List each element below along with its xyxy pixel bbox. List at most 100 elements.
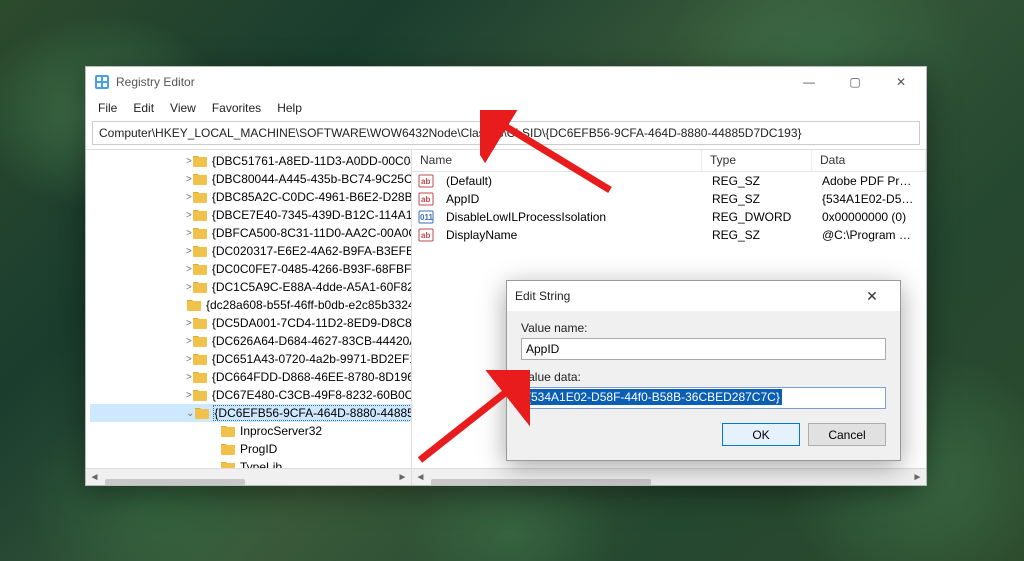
tree-item-label: {DBFCA500-8C31-11D0-AA2C-00A0C92749A3} (212, 226, 412, 240)
maximize-button[interactable]: ▢ (832, 67, 878, 97)
svg-text:011: 011 (420, 213, 433, 222)
tree-item-label: {DC67E480-C3CB-49F8-8232-60B0C2056C8E} (212, 388, 412, 402)
value-type-icon: ab (418, 173, 434, 189)
value-type: REG_SZ (704, 228, 814, 242)
tree-item-label: InprocServer32 (240, 424, 322, 438)
tree-item-label: ProgID (240, 442, 277, 456)
minimize-button[interactable]: — (786, 67, 832, 97)
svg-text:ab: ab (421, 177, 430, 186)
folder-icon (220, 442, 236, 456)
value-data-label: Value data: (521, 370, 886, 384)
window-title: Registry Editor (116, 75, 786, 89)
tree-item[interactable]: >{DBC85A2C-C0DC-4961-B6E2-D28B62C11AD4} (90, 188, 411, 206)
value-type-icon: 011 (418, 209, 434, 225)
col-name[interactable]: Name (412, 150, 702, 171)
tree-item-label: {DBC85A2C-C0DC-4961-B6E2-D28B62C11AD4} (212, 190, 412, 204)
tree-item-label: {DC6EFB56-9CFA-464D-8880-44885D7DC193} (214, 406, 412, 420)
tree-item[interactable]: >{DBC51761-A8ED-11D3-A0DD-00C04F68712B} (90, 152, 411, 170)
menu-favorites[interactable]: Favorites (204, 99, 269, 117)
list-row[interactable]: abAppIDREG_SZ{534A1E02-D58F-44f (412, 190, 926, 208)
tree-item[interactable]: >{DC626A64-D684-4627-83CB-44420ABDBD1A} (90, 332, 411, 350)
app-icon (94, 74, 110, 90)
dialog-titlebar[interactable]: Edit String ✕ (507, 281, 900, 311)
tree-item-label: {DC5DA001-7CD4-11D2-8ED9-D8C857F98FE3} (212, 316, 412, 330)
tree-item[interactable]: >{DC651A43-0720-4a2b-9971-BD2EF1329A3D} (90, 350, 411, 368)
value-data: 0x00000000 (0) (814, 210, 926, 224)
value-name-label: Value name: (521, 321, 886, 335)
folder-icon (192, 244, 208, 258)
tree-item-label: {DC626A64-D684-4627-83CB-44420ABDBD1A} (212, 334, 412, 348)
scroll-left-icon[interactable]: ◄ (412, 469, 429, 486)
tree-pane[interactable]: >{DBC51761-A8ED-11D3-A0DD-00C04F68712B}>… (86, 150, 412, 485)
svg-text:ab: ab (421, 195, 430, 204)
scroll-right-icon[interactable]: ► (394, 469, 411, 486)
tree-item[interactable]: {dc28a608-b55f-46ff-b0db-e2c85b332463} (90, 296, 411, 314)
col-data[interactable]: Data (812, 150, 926, 171)
folder-icon (220, 424, 236, 438)
dialog-close-button[interactable]: ✕ (852, 288, 892, 305)
tree-item-label: {DBCE7E40-7345-439D-B12C-114A11819A09} (212, 208, 412, 222)
menu-file[interactable]: File (90, 99, 125, 117)
col-type[interactable]: Type (702, 150, 812, 171)
folder-icon (186, 298, 202, 312)
folder-icon (192, 352, 208, 366)
value-data: Adobe PDF Preview (814, 174, 926, 188)
folder-icon (192, 154, 208, 168)
cancel-button[interactable]: Cancel (808, 423, 886, 446)
tree-item-label: {DC020317-E6E2-4A62-B9FA-B3EFE16626F4} (212, 244, 412, 258)
tree-item[interactable]: >{DC0C0FE7-0485-4266-B93F-68FBF80ED834} (90, 260, 411, 278)
list-row[interactable]: ab(Default)REG_SZAdobe PDF Preview (412, 172, 926, 190)
expand-icon[interactable]: ⌄ (186, 408, 194, 419)
tree-item[interactable]: >{DBC80044-A445-435b-BC74-9C25C1C588A9} (90, 170, 411, 188)
close-button[interactable]: ✕ (878, 67, 924, 97)
value-name: AppID (438, 192, 704, 206)
tree-item[interactable]: ⌄ {DC6EFB56-9CFA-464D-8880-44885D7DC193} (90, 404, 411, 422)
list-header[interactable]: Name Type Data (412, 150, 926, 172)
value-type-icon: ab (418, 227, 434, 243)
folder-icon (194, 406, 210, 420)
tree-item-label: {DC1C5A9C-E88A-4dde-A5A1-60F82A20AEF7} (212, 280, 412, 294)
value-data-input[interactable]: {534A1E02-D58F-44f0-B58B-36CBED287C7C} (521, 387, 886, 409)
address-bar[interactable]: Computer\HKEY_LOCAL_MACHINE\SOFTWARE\WOW… (92, 121, 920, 145)
tree-item[interactable]: ProgID (90, 440, 411, 458)
tree-item[interactable]: >{DC1C5A9C-E88A-4dde-A5A1-60F82A20AEF7} (90, 278, 411, 296)
tree-item-label: {DC664FDD-D868-46EE-8780-8D196CB739F7} (212, 370, 412, 384)
value-name: DisplayName (438, 228, 704, 242)
scroll-left-icon[interactable]: ◄ (86, 469, 103, 486)
scroll-right-icon[interactable]: ► (909, 469, 926, 486)
value-type: REG_SZ (704, 192, 814, 206)
folder-icon (192, 172, 208, 186)
tree-item-label: {DC651A43-0720-4a2b-9971-BD2EF1329A3D} (212, 352, 412, 366)
tree-item-label: {DBC80044-A445-435b-BC74-9C25C1C588A9} (212, 172, 412, 186)
tree-item[interactable]: >{DC67E480-C3CB-49F8-8232-60B0C2056C8E} (90, 386, 411, 404)
menu-help[interactable]: Help (269, 99, 310, 117)
folder-icon (192, 226, 208, 240)
dialog-title: Edit String (515, 289, 852, 303)
tree-hscroll[interactable]: ◄ ► (86, 468, 411, 485)
folder-icon (192, 190, 208, 204)
tree-item[interactable]: >{DC5DA001-7CD4-11D2-8ED9-D8C857F98FE3} (90, 314, 411, 332)
value-type-icon: ab (418, 191, 434, 207)
tree-item[interactable]: >{DC020317-E6E2-4A62-B9FA-B3EFE16626F4} (90, 242, 411, 260)
list-row[interactable]: 011 DisableLowILProcessIsolationREG_DWORD… (412, 208, 926, 226)
tree-item[interactable]: InprocServer32 (90, 422, 411, 440)
folder-icon (192, 208, 208, 222)
menu-view[interactable]: View (162, 99, 204, 117)
folder-icon (192, 388, 208, 402)
tree-item[interactable]: >{DBCE7E40-7345-439D-B12C-114A11819A09} (90, 206, 411, 224)
menu-edit[interactable]: Edit (125, 99, 162, 117)
ok-button[interactable]: OK (722, 423, 800, 446)
list-row[interactable]: ab DisplayNameREG_SZ@C:\Program Files (x (412, 226, 926, 244)
value-data: @C:\Program Files (x (814, 228, 926, 242)
titlebar[interactable]: Registry Editor — ▢ ✕ (86, 67, 926, 97)
value-name: DisableLowILProcessIsolation (438, 210, 704, 224)
list-hscroll[interactable]: ◄ ► (412, 468, 926, 485)
value-name-input[interactable] (521, 338, 886, 360)
tree-item[interactable]: >{DBFCA500-8C31-11D0-AA2C-00A0C92749A3} (90, 224, 411, 242)
tree-item[interactable]: >{DC664FDD-D868-46EE-8780-8D196CB739F7} (90, 368, 411, 386)
value-type: REG_DWORD (704, 210, 814, 224)
folder-icon (192, 280, 208, 294)
folder-icon (192, 262, 208, 276)
edit-string-dialog: Edit String ✕ Value name: Value data: {5… (506, 280, 901, 461)
tree-item-label: {dc28a608-b55f-46ff-b0db-e2c85b332463} (206, 298, 412, 312)
